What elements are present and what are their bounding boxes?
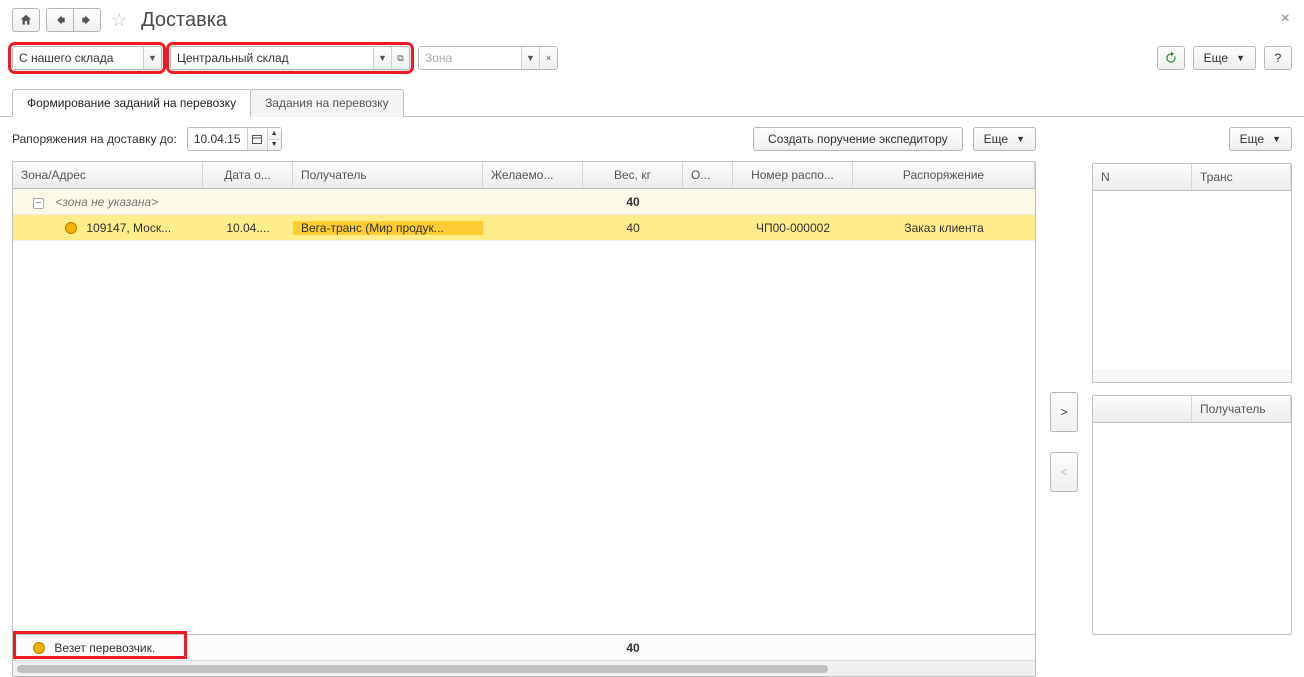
status-icon xyxy=(65,222,77,234)
more-label: Еще xyxy=(1240,132,1264,146)
col-trans[interactable]: Транс xyxy=(1192,164,1291,190)
open-dialog-icon[interactable]: ⧉ xyxy=(391,47,409,69)
date-until-field[interactable]: 10.04.15 ▲ ▼ xyxy=(187,127,282,151)
col-ship[interactable]: О... xyxy=(683,162,733,188)
chevron-right-icon: > xyxy=(1060,405,1067,419)
refresh-button[interactable] xyxy=(1157,46,1185,70)
forward-button[interactable] xyxy=(73,8,101,32)
date-spinner[interactable]: ▲ ▼ xyxy=(267,128,281,150)
col-recipient[interactable]: Получатель xyxy=(293,162,483,188)
chevron-down-icon: ▼ xyxy=(1236,53,1245,63)
zone-dropdown[interactable]: Зона ▼ × xyxy=(418,46,558,70)
table-row[interactable]: 109147, Моск... 10.04.... Вега-транс (Ми… xyxy=(13,215,1035,241)
transfer-left-button[interactable]: < xyxy=(1050,452,1078,492)
more-button-action[interactable]: Еще ▼ xyxy=(973,127,1036,151)
col-wish[interactable]: Желаемо... xyxy=(483,162,583,188)
more-label: Еще xyxy=(1204,51,1228,65)
date-value: 10.04.15 xyxy=(188,132,247,146)
chevron-down-icon[interactable]: ▼ xyxy=(143,47,161,69)
cell-order: Заказ клиента xyxy=(853,221,1035,235)
cell-zone: 109147, Моск... xyxy=(86,221,171,235)
chevron-down-icon[interactable]: ▼ xyxy=(373,47,391,69)
more-label: Еще xyxy=(984,132,1008,146)
arrow-right-icon xyxy=(80,13,94,27)
create-assignment-button[interactable]: Создать поручение экспедитору xyxy=(753,127,963,151)
clear-icon[interactable]: × xyxy=(539,47,557,69)
group-weight: 40 xyxy=(583,195,683,209)
refresh-icon xyxy=(1164,51,1178,65)
spin-down-icon[interactable]: ▼ xyxy=(268,140,281,151)
table-footer: Везет перевозчик. 40 xyxy=(13,634,1035,660)
group-label: <зона не указана> xyxy=(55,195,158,209)
warehouse-mode-dropdown[interactable]: С нашего склада ▼ xyxy=(12,46,162,70)
col-zone[interactable]: Зона/Адрес xyxy=(13,162,203,188)
chevron-down-icon[interactable]: ▼ xyxy=(521,47,539,69)
col-blank[interactable] xyxy=(1093,396,1192,422)
group-row[interactable]: − <зона не указана> 40 xyxy=(13,189,1035,215)
help-button[interactable]: ? xyxy=(1264,46,1292,70)
transfer-right-button[interactable]: > xyxy=(1050,392,1078,432)
tab-formation-label: Формирование заданий на перевозку xyxy=(27,96,236,110)
cell-weight: 40 xyxy=(583,221,683,235)
back-button[interactable] xyxy=(46,8,74,32)
cell-date: 10.04.... xyxy=(203,221,293,235)
page-title: Доставка xyxy=(141,9,227,32)
cell-recipient: Вега-транс (Мир продук... xyxy=(293,221,483,235)
tab-tasks[interactable]: Задания на перевозку xyxy=(250,89,404,117)
legend-label: Везет перевозчик. xyxy=(54,641,155,655)
warehouse-mode-value: С нашего склада xyxy=(13,51,143,65)
tab-tasks-label: Задания на перевозку xyxy=(265,96,389,110)
chevron-left-icon: < xyxy=(1060,465,1067,479)
warehouse-value: Центральный склад xyxy=(171,51,373,65)
horizontal-scrollbar[interactable] xyxy=(13,660,1035,676)
chevron-down-icon: ▼ xyxy=(1272,134,1281,144)
col-date[interactable]: Дата о... xyxy=(203,162,293,188)
home-button[interactable] xyxy=(12,8,40,32)
legend-icon xyxy=(33,642,45,654)
more-button-top[interactable]: Еще ▼ xyxy=(1193,46,1256,70)
calendar-icon[interactable] xyxy=(247,128,267,150)
help-label: ? xyxy=(1275,51,1282,65)
zone-placeholder: Зона xyxy=(419,51,521,65)
create-assignment-label: Создать поручение экспедитору xyxy=(768,132,948,146)
home-icon xyxy=(19,13,33,27)
date-until-label: Рапоряжения на доставку до: xyxy=(12,132,177,146)
cell-number: ЧП00-000002 xyxy=(733,221,853,235)
orders-table: Зона/Адрес Дата о... Получатель Желаемо.… xyxy=(12,161,1036,677)
footer-weight: 40 xyxy=(583,641,683,655)
right-table-lower: Получатель xyxy=(1092,395,1292,635)
table-header: Зона/Адрес Дата о... Получатель Желаемо.… xyxy=(13,162,1035,189)
chevron-down-icon: ▼ xyxy=(1016,134,1025,144)
spin-up-icon[interactable]: ▲ xyxy=(268,128,281,140)
arrow-left-icon xyxy=(53,13,67,27)
col-number[interactable]: Номер распо... xyxy=(733,162,853,188)
col-recipient-right[interactable]: Получатель xyxy=(1192,396,1291,422)
tab-formation[interactable]: Формирование заданий на перевозку xyxy=(12,89,251,117)
col-order[interactable]: Распоряжение xyxy=(853,162,1035,188)
more-button-right[interactable]: Еще ▼ xyxy=(1229,127,1292,151)
col-weight[interactable]: Вес, кг xyxy=(583,162,683,188)
close-button[interactable]: × xyxy=(1281,10,1290,28)
warehouse-dropdown[interactable]: Центральный склад ▼ ⧉ xyxy=(170,46,410,70)
collapse-icon[interactable]: − xyxy=(33,198,44,209)
right-table-upper: N Транс xyxy=(1092,163,1292,383)
col-n[interactable]: N xyxy=(1093,164,1192,190)
favorite-icon[interactable]: ☆ xyxy=(111,10,127,31)
